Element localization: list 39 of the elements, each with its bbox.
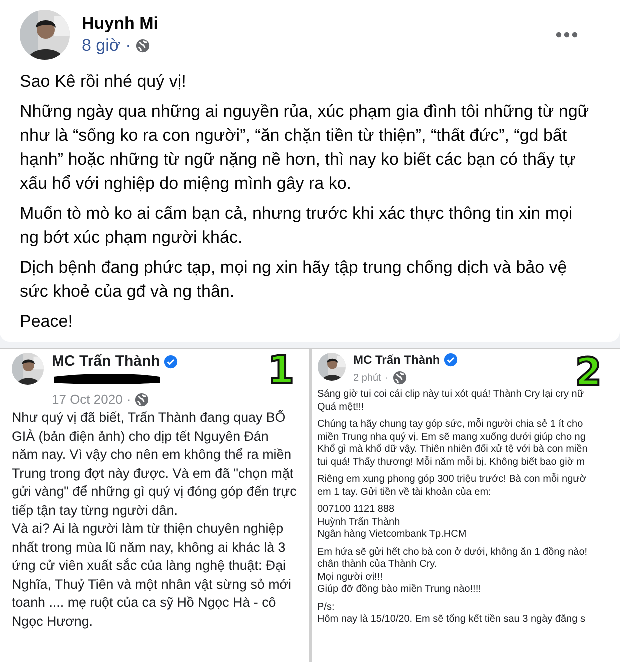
number-label: 2 — [576, 353, 602, 391]
text-line: Chúng ta hãy chung tay góp sức, mỗi người chia sẻ 1 ít cho — [318, 419, 584, 432]
post-text: Muốn tò mò ko ai cấm bạn cả, nhưng trước khi xác thực thông tin xin mọi ng bớt xúc phạm người khác. — [20, 203, 574, 249]
post-text: Peace! — [20, 311, 74, 333]
post-text: Những ngày qua những ai nguyền rủa, xúc phạm gia đình tôi những từ ngữ như là “sống ko ra con người”, “ăn chặn tiền từ thiện”, “thất đức”, “gd bất hạnh” hoặc những từ ngữ nặng nề hơn, thì nay ko biết các bạn có thấy tự xấu hổ với nghiệp do miệng mình gây ra ko. — [20, 101, 590, 195]
more-icon[interactable] — [556, 32, 578, 38]
text-line: Em hứa sẽ gửi hết cho bà con ở dưới, không ăn 1 đồng nào! — [318, 546, 589, 559]
post-text: Và ai? Ai là người làm từ thiện chuyên nghiệp nhất trong mùa lũ năm nay, không ai khác là 3 ứng cử viên xuất sắc của làng nghệ thuật: Đại Nghĩa, Thuỷ Tiên và một nhân vật sừng sỏ mới toanh .... mẹ ruột của ca sỹ Hồ Ngọc Hà - cô Ngọc Hương. — [12, 520, 292, 631]
globe-icon — [392, 371, 407, 385]
text-line: Sáng giờ tui coi cái clip này tui xót quá! Thành Cry lại cry nữ — [318, 389, 586, 402]
post-time[interactable]: 8 giờ — [82, 36, 121, 56]
text-line: Mọi người ơi!!! — [318, 572, 384, 584]
text-line: Ngân hàng Vietcombank Tp.HCM — [318, 529, 468, 542]
post-text: Sao Kê rồi nhé quý vị! — [20, 71, 188, 93]
text-line: P/s: — [318, 602, 336, 614]
separator-dot: · — [126, 392, 132, 407]
author-name[interactable]: MC Trấn Thành — [354, 353, 440, 367]
text-line: Riêng em xung phong góp 300 triệu trước! Bà con mỗi ngườ — [318, 474, 588, 486]
text-line: em 1 tay. Gửi tiền về tài khoản của em: — [318, 486, 492, 499]
text-line: Hôm nay là 15/10/20. Em sẽ tổng kết tiền sau 3 ngày đăng s — [318, 614, 586, 626]
globe-icon — [136, 39, 150, 53]
author-name[interactable]: Huynh Mi — [82, 14, 544, 34]
separator-dot: · — [126, 36, 132, 56]
text-line: chân thành của Thành Cry. — [318, 559, 438, 572]
number-label: 1 — [268, 351, 294, 389]
globe-icon — [135, 392, 150, 406]
text-line: miền Trung nha quý vị. Em sẽ mang xuống dưới giúp cho ng — [318, 432, 587, 444]
post-text: Dịch bệnh đang phức tạp, mọi ng xin hãy tập trung chống dịch và bảo vệ sức khoẻ của gđ và ng thân. — [20, 257, 568, 303]
text-line: Giúp đỡ đồng bào miền Trung nào!!!! — [318, 584, 482, 596]
text-line: Huỳnh Trấn Thành — [318, 516, 402, 529]
post-text: Như quý vị đã biết, Trấn Thành đang quay BỐ GIÀ (bản điện ảnh) cho dịp tết Nguyên Đán năm nay. Vì vậy cho nên em không thể ra miền Trung trong đợt này được. Và em đã "chọn mặt gửi vàng" để những gì quý vị đóng góp đến trực tiếp tận tay từng người dân. — [12, 409, 298, 520]
post-time: 2 phút — [354, 372, 382, 384]
post-time: 17 Oct 2020 — [52, 392, 123, 407]
author-name[interactable]: MC Trấn Thành — [52, 353, 160, 370]
text-line: Quá mệt!!! — [318, 402, 366, 414]
text-line: 007100 1121 888 — [318, 504, 396, 516]
text-line: tui quá! Thấy thương! Mỗi năm mỗi bị. Không biết bao giờ m — [318, 456, 586, 469]
separator-dot: · — [385, 372, 389, 384]
text-line: Khổ gì mà khổ dữ vậy. Thiên nhiên đối xử tệ với bà con miền — [318, 444, 589, 456]
